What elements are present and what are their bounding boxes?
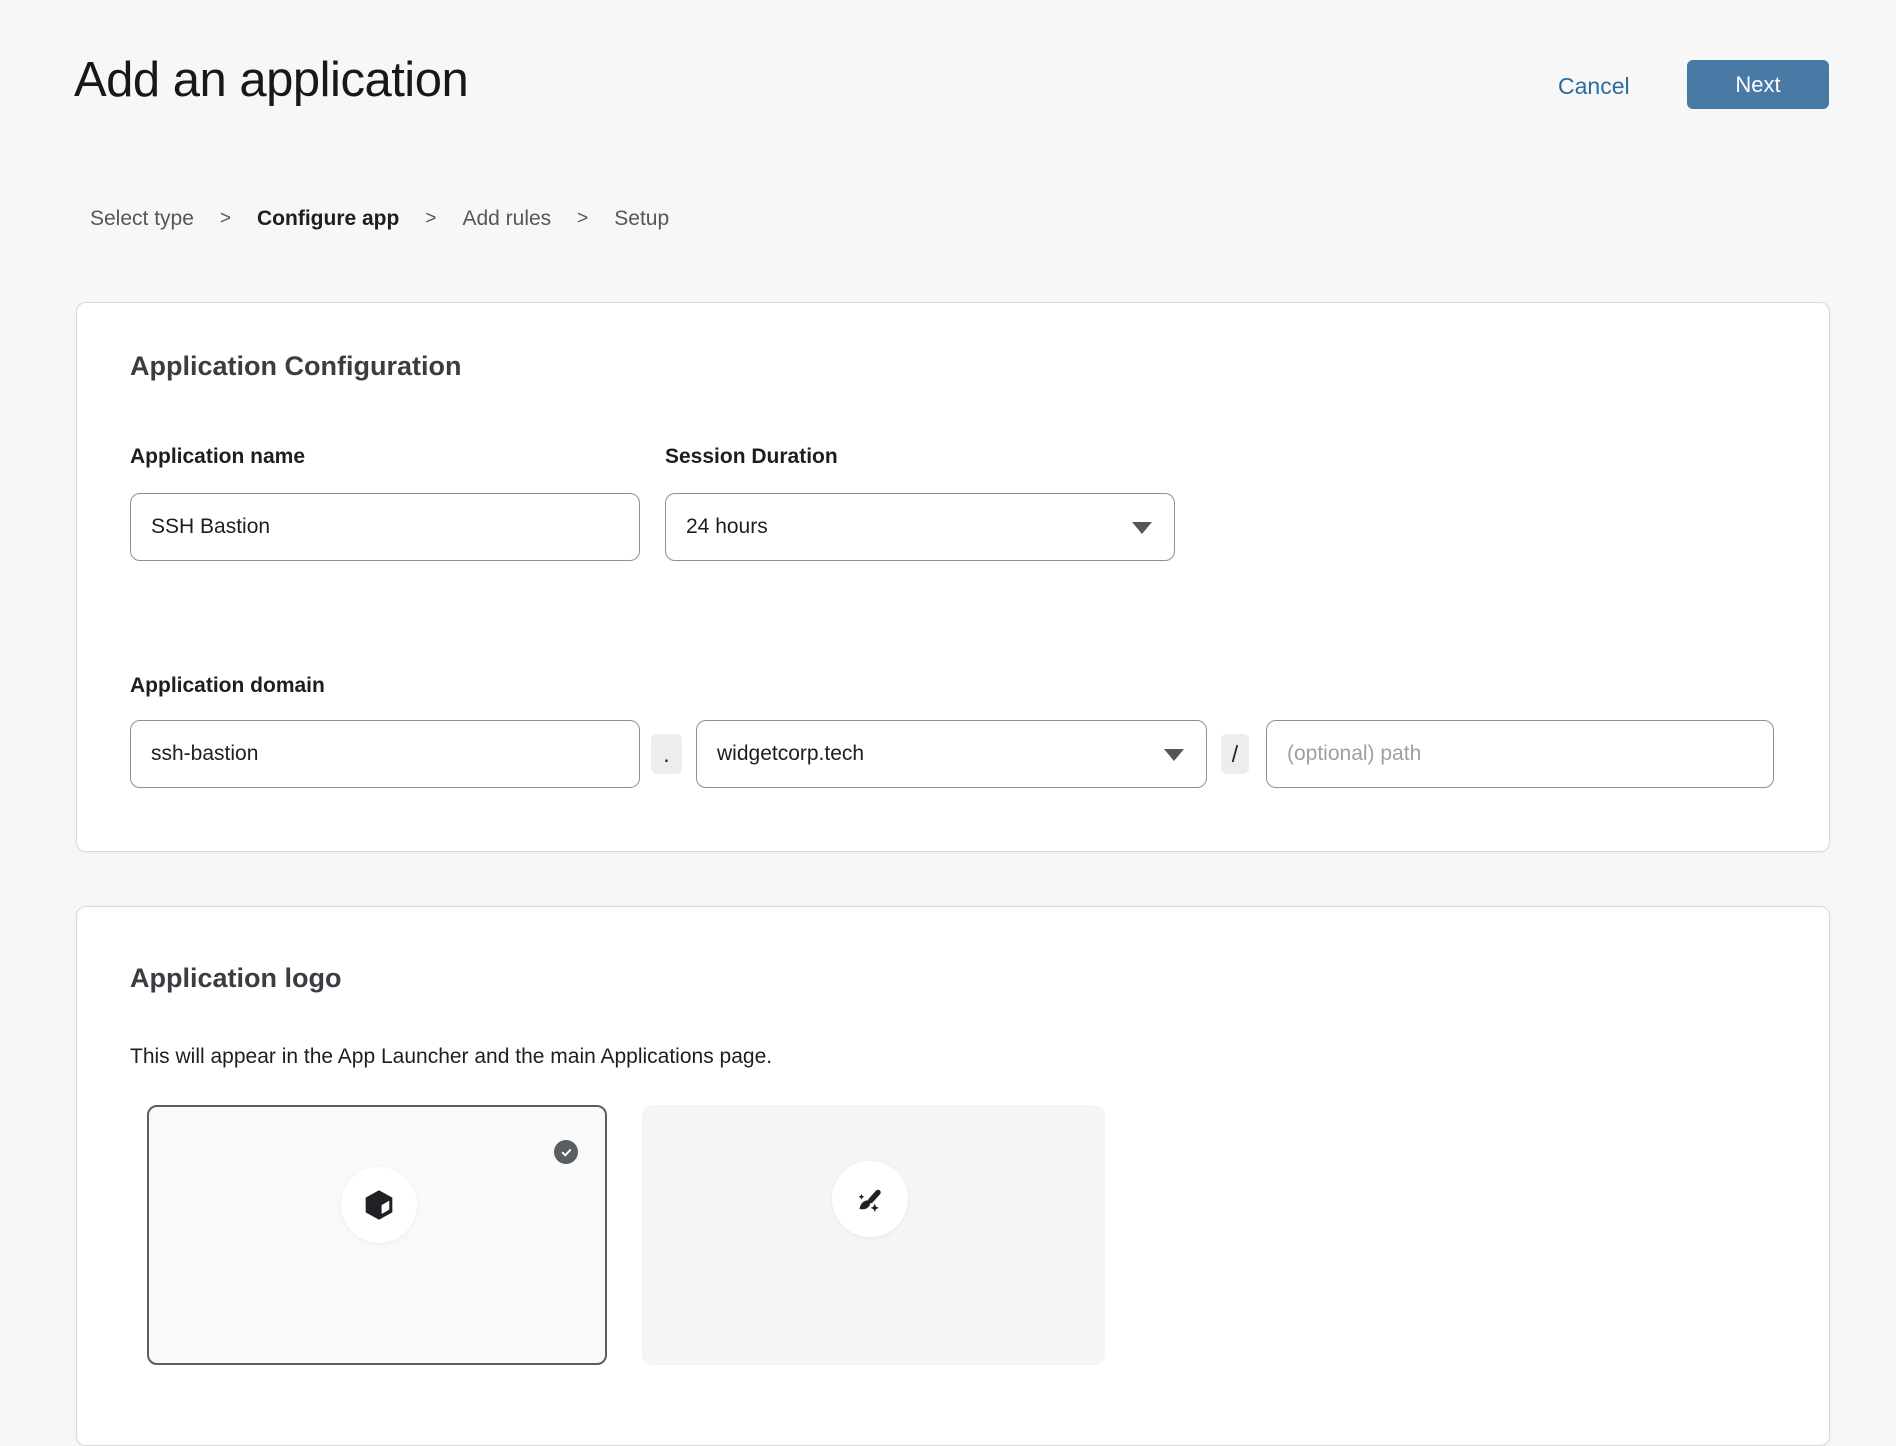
logo-option-custom[interactable] (642, 1105, 1105, 1365)
application-name-input[interactable] (130, 493, 640, 561)
logo-option-default[interactable] (147, 1105, 607, 1365)
breadcrumb-step-select-type: Select type (90, 207, 194, 231)
slash-separator: / (1221, 734, 1249, 774)
breadcrumb-separator: > (577, 208, 588, 230)
breadcrumb-step-setup: Setup (614, 207, 669, 231)
session-duration-label: Session Duration (665, 445, 838, 469)
cube-icon (362, 1188, 396, 1222)
chevron-down-icon (1164, 749, 1184, 761)
paintbrush-icon (851, 1180, 889, 1218)
page-title: Add an application (74, 52, 468, 108)
breadcrumb-step-add-rules: Add rules (462, 207, 551, 231)
application-logo-card: Application logo This will appear in the… (76, 906, 1830, 1446)
domain-select[interactable]: widgetcorp.tech (696, 720, 1207, 788)
breadcrumb-step-configure-app: Configure app (257, 207, 399, 231)
domain-value: widgetcorp.tech (717, 742, 864, 766)
breadcrumb-separator: > (220, 208, 231, 230)
application-configuration-heading: Application Configuration (130, 351, 461, 382)
next-button[interactable]: Next (1687, 60, 1829, 109)
selected-check-icon (554, 1140, 578, 1164)
path-input[interactable] (1266, 720, 1774, 788)
subdomain-input[interactable] (130, 720, 640, 788)
session-duration-value: 24 hours (686, 515, 768, 539)
chevron-down-icon (1132, 522, 1152, 534)
application-configuration-card: Application Configuration Application na… (76, 302, 1830, 852)
breadcrumb-separator: > (425, 208, 436, 230)
custom-logo-circle (832, 1161, 908, 1237)
session-duration-select[interactable]: 24 hours (665, 493, 1175, 561)
breadcrumb: Select type > Configure app > Add rules … (90, 207, 669, 231)
application-logo-heading: Application logo (130, 963, 341, 994)
dot-separator: . (651, 734, 682, 774)
application-logo-description: This will appear in the App Launcher and… (130, 1045, 772, 1069)
application-domain-label: Application domain (130, 674, 325, 698)
cancel-button[interactable]: Cancel (1558, 73, 1630, 100)
application-name-label: Application name (130, 445, 305, 469)
default-logo-circle (341, 1167, 417, 1243)
